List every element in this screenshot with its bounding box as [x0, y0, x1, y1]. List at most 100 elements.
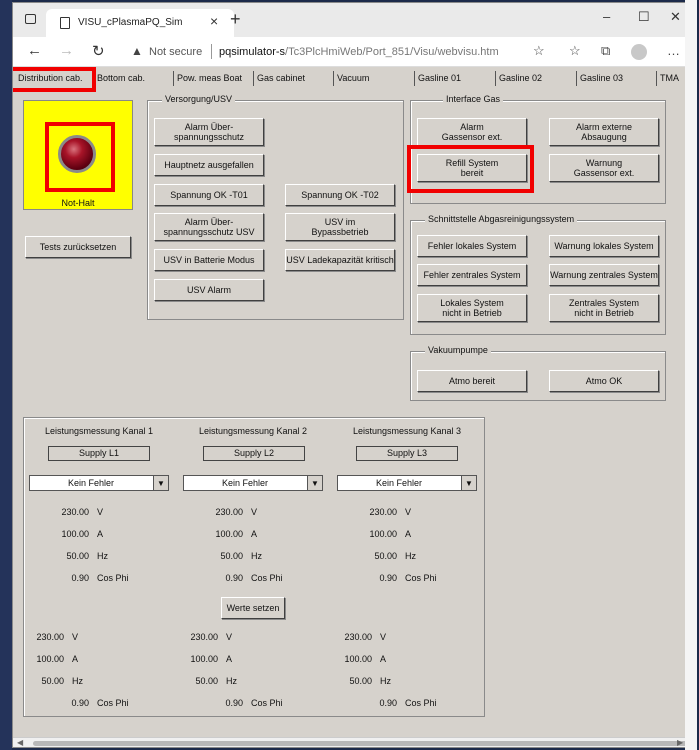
ch1-cosphi-measured: 0.90 — [71, 698, 89, 708]
ch3-cosphi-set[interactable]: 0.90 — [357, 573, 397, 583]
alarm-gassensor-ext-button[interactable]: Alarm Gassensor ext. — [417, 118, 527, 146]
fehler-lokales-system-button[interactable]: Fehler lokales System — [417, 235, 527, 257]
tab-gas-cabinet[interactable]: Gas cabinet — [253, 71, 305, 86]
url-text: pqsimulator-s/Tc3PlcHmiWeb/Port_851/Visu… — [219, 46, 499, 58]
ch3-voltage-set[interactable]: 230.00 — [357, 507, 397, 517]
ch2-cosphi-set[interactable]: 0.90 — [203, 573, 243, 583]
ch3-frequency-measured-unit: Hz — [380, 676, 391, 686]
channel-2-supply-label: Supply L2 — [203, 446, 305, 461]
ch3-voltage-unit: V — [405, 507, 412, 517]
ch2-frequency-measured-unit: Hz — [226, 676, 237, 686]
reload-icon[interactable]: ↻ — [92, 42, 105, 60]
leistungsmessung-group — [23, 417, 485, 717]
ch3-current-measured-unit: A — [380, 654, 387, 664]
ch1-voltage-set[interactable]: 230.00 — [49, 507, 89, 517]
zentrales-system-nicht-in-betrieb-button[interactable]: Zentrales System nicht in Betrieb — [549, 294, 659, 322]
spannung-ok-t01-button[interactable]: Spannung OK -T01 — [154, 184, 264, 206]
channel-1-select-value: Kein Fehler — [67, 478, 115, 488]
ch2-voltage-set[interactable]: 230.00 — [203, 507, 243, 517]
profile-avatar[interactable] — [631, 44, 647, 60]
versorgung-usv-title: Versorgung/USV — [162, 94, 236, 104]
usv-bypassbetrieb-button[interactable]: USV im Bypassbetrieb — [285, 213, 395, 241]
ch3-current-unit: A — [405, 529, 412, 539]
chevron-down-icon[interactable]: ▼ — [307, 476, 322, 490]
ch2-frequency-measured: 50.00 — [195, 676, 218, 686]
alarm-ueberspannungsschutz-button[interactable]: Alarm Über- spannungsschutz — [154, 118, 264, 146]
more-icon[interactable]: … — [667, 43, 680, 58]
warnung-zentrales-system-button[interactable]: Warnung zentrales System — [549, 264, 659, 286]
ch1-current-unit: A — [97, 529, 104, 539]
channel-2-select-value: Kein Fehler — [221, 478, 269, 488]
horizontal-scroll-thumb[interactable] — [33, 741, 688, 746]
warnung-lokales-system-button[interactable]: Warnung lokales System — [549, 235, 659, 257]
title-bar: VISU_cPlasmaPQ_Sim × + – ☐ ✕ — [13, 3, 696, 37]
reset-tests-button[interactable]: Tests zurücksetzen — [25, 236, 131, 258]
alarm-ueberspannungsschutz-usv-button[interactable]: Alarm Über- spannungsschutz USV — [154, 213, 264, 241]
ch1-current-measured-unit: A — [72, 654, 79, 664]
emergency-stop-button[interactable] — [58, 135, 96, 173]
channel-3-title: Leistungsmessung Kanal 3 — [352, 426, 462, 436]
chevron-down-icon[interactable]: ▼ — [153, 476, 168, 490]
ch3-current-set[interactable]: 100.00 — [357, 529, 397, 539]
ch1-frequency-unit: Hz — [97, 551, 108, 561]
usv-ladekapazitaet-button[interactable]: USV Ladekapazität kritisch — [285, 249, 395, 271]
horizontal-scrollbar[interactable]: ◀ ▶ — [13, 737, 696, 747]
collections-icon[interactable]: ⧉ — [601, 43, 610, 59]
hauptnetz-ausgefallen-button[interactable]: Hauptnetz ausgefallen — [154, 154, 264, 176]
warning-icon: ▲ — [131, 44, 143, 58]
forward-icon[interactable]: → — [59, 42, 74, 59]
ch2-voltage-measured: 230.00 — [190, 632, 218, 642]
ch2-frequency-set[interactable]: 50.00 — [203, 551, 243, 561]
highlight-distribution-tab — [13, 67, 96, 92]
alarm-externe-absaugung-button[interactable]: Alarm externe Absaugung — [549, 118, 659, 146]
tab-pow-meas-boat[interactable]: Pow. meas Boat — [173, 71, 242, 86]
ch1-voltage-unit: V — [97, 507, 104, 517]
favorites-icon[interactable]: ☆ — [569, 43, 581, 59]
tab-actions-icon[interactable] — [25, 14, 36, 24]
spannung-ok-t02-button[interactable]: Spannung OK -T02 — [285, 184, 395, 206]
ch1-cosphi-measured-unit: Cos Phi — [97, 698, 129, 708]
fehler-zentrales-system-button[interactable]: Fehler zentrales System — [417, 264, 527, 286]
back-icon[interactable]: ← — [27, 42, 42, 59]
warnung-gassensor-ext-button[interactable]: Warnung Gassensor ext. — [549, 154, 659, 182]
read-aloud-icon[interactable]: ☆ — [533, 43, 545, 59]
lokales-system-nicht-in-betrieb-button[interactable]: Lokales System nicht in Betrieb — [417, 294, 527, 322]
channel-3-select[interactable]: Kein Fehler ▼ — [337, 475, 477, 491]
close-tab-icon[interactable]: × — [210, 13, 218, 29]
ch2-current-unit: A — [251, 529, 258, 539]
atmo-ok-button[interactable]: Atmo OK — [549, 370, 659, 392]
channel-1-supply-label: Supply L1 — [48, 446, 150, 461]
tab-gasline-01[interactable]: Gasline 01 — [414, 71, 461, 86]
browser-tab[interactable]: VISU_cPlasmaPQ_Sim × — [46, 9, 234, 37]
tab-bottom-cab[interactable]: Bottom cab. — [93, 71, 145, 86]
tab-gasline-02[interactable]: Gasline 02 — [495, 71, 542, 86]
ch1-frequency-measured: 50.00 — [41, 676, 64, 686]
not-secure-label: Not secure — [149, 46, 203, 58]
channel-2-select[interactable]: Kein Fehler ▼ — [183, 475, 323, 491]
ch1-frequency-set[interactable]: 50.00 — [49, 551, 89, 561]
tab-tma[interactable]: TMA — [656, 71, 679, 86]
ch1-cosphi-unit: Cos Phi — [97, 573, 129, 583]
usv-alarm-button[interactable]: USV Alarm — [154, 279, 264, 301]
ch1-cosphi-set[interactable]: 0.90 — [49, 573, 89, 583]
highlight-refill-system — [407, 145, 534, 193]
atmo-bereit-button[interactable]: Atmo bereit — [417, 370, 527, 392]
address-bar[interactable]: ▲ Not secure pqsimulator-s/Tc3PlcHmiWeb/… — [123, 41, 563, 63]
usv-batterie-modus-button[interactable]: USV in Batterie Modus — [154, 249, 264, 271]
new-tab-icon[interactable]: + — [230, 9, 241, 30]
channel-1-select[interactable]: Kein Fehler ▼ — [29, 475, 169, 491]
ch2-voltage-unit: V — [251, 507, 258, 517]
ch3-frequency-set[interactable]: 50.00 — [357, 551, 397, 561]
minimize-icon[interactable]: – — [603, 9, 610, 24]
close-window-icon[interactable]: ✕ — [670, 9, 681, 25]
scroll-left-icon[interactable]: ◀ — [17, 738, 23, 747]
werte-setzen-button[interactable]: Werte setzen — [221, 597, 285, 619]
maximize-icon[interactable]: ☐ — [638, 9, 650, 25]
page-icon — [60, 17, 70, 29]
ch1-current-set[interactable]: 100.00 — [49, 529, 89, 539]
ch2-current-set[interactable]: 100.00 — [203, 529, 243, 539]
chevron-down-icon[interactable]: ▼ — [461, 476, 476, 490]
scroll-right-icon[interactable]: ▶ — [677, 738, 683, 747]
tab-gasline-03[interactable]: Gasline 03 — [576, 71, 623, 86]
tab-vacuum[interactable]: Vacuum — [333, 71, 369, 86]
